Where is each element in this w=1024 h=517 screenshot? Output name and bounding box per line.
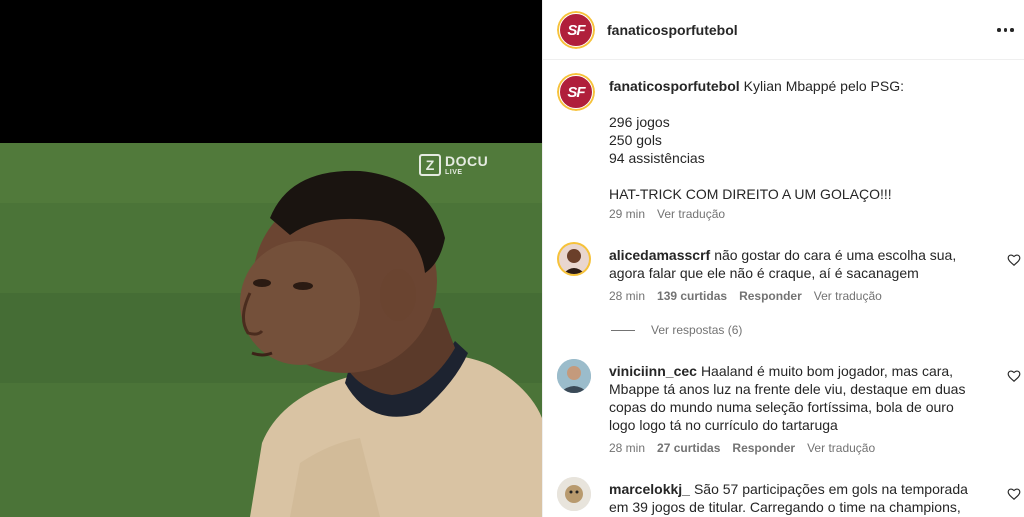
caption-meta: 29 min Ver tradução	[609, 207, 725, 221]
comment-body: marcelokkj_ São 57 participações em gols …	[609, 480, 979, 517]
avatar-photo	[557, 477, 591, 511]
comment-reply-button[interactable]: Responder	[732, 441, 795, 455]
letterbox-area	[0, 0, 542, 143]
caption-line-5: HAT-TRICK COM DIREITO A UM GOLAÇO!!!	[609, 186, 892, 202]
comment-meta: 28 min 27 curtidas Responder Ver traduçã…	[609, 441, 875, 455]
comment-translate-link[interactable]: Ver tradução	[814, 289, 882, 303]
watermark-logo-icon: Z	[419, 154, 441, 176]
comment-meta: 28 min 139 curtidas Responder Ver traduç…	[609, 289, 882, 303]
watermark-title: DOCU	[445, 153, 489, 169]
comment-username[interactable]: viniciinn_cec	[609, 363, 697, 379]
comment-timestamp[interactable]: 28 min	[609, 441, 645, 455]
post-caption: fanaticosporfutebol Kylian Mbappé pelo PS…	[609, 77, 989, 203]
post-media[interactable]: Z DOCU LIVE	[0, 0, 542, 517]
comment-likes[interactable]: 139 curtidas	[657, 289, 727, 303]
comment-translate-link[interactable]: Ver tradução	[807, 441, 875, 455]
replies-divider	[611, 329, 635, 331]
caption-timestamp[interactable]: 29 min	[609, 207, 645, 221]
comment-username[interactable]: marcelokkj_	[609, 481, 690, 497]
more-options-icon[interactable]	[997, 22, 1019, 38]
caption-line-3: 250 gols	[609, 132, 662, 148]
caption-avatar[interactable]: SF	[557, 73, 595, 111]
post-header: SF fanaticosporfutebol	[543, 0, 1024, 60]
author-username[interactable]: fanaticosporfutebol	[607, 22, 738, 38]
comment-reply-button[interactable]: Responder	[739, 289, 802, 303]
view-replies-label: Ver respostas (6)	[651, 323, 743, 337]
comment-timestamp[interactable]: 28 min	[609, 289, 645, 303]
comment-body: viniciinn_cec Haaland é muito bom jogador…	[609, 362, 979, 434]
watermark-subtitle: LIVE	[445, 169, 463, 176]
comment-avatar[interactable]	[557, 477, 591, 511]
docu-live-watermark: Z DOCU LIVE	[419, 154, 488, 176]
caption-translate-link[interactable]: Ver tradução	[657, 207, 725, 221]
avatar-photo	[557, 359, 591, 393]
comment-avatar[interactable]	[557, 242, 591, 276]
caption-username[interactable]: fanaticosporfutebol	[609, 78, 740, 94]
comment-likes[interactable]: 27 curtidas	[657, 441, 720, 455]
caption-line-1: Kylian Mbappé pelo PSG:	[743, 78, 904, 94]
author-avatar[interactable]: SF	[557, 11, 595, 49]
comment-username[interactable]: alicedamasscrf	[609, 247, 710, 263]
player-image	[0, 143, 542, 517]
post-side-panel: SF fanaticosporfutebol SF fanaticosporfu…	[542, 0, 1024, 517]
avatar-photo	[559, 244, 589, 274]
comment-avatar[interactable]	[557, 359, 591, 393]
caption-line-2: 296 jogos	[609, 114, 670, 130]
heart-icon[interactable]	[1007, 369, 1021, 383]
video-frame	[0, 143, 542, 517]
heart-icon[interactable]	[1007, 487, 1021, 501]
comment-body: alicedamasscrf não gostar do cara é uma e…	[609, 246, 979, 282]
view-replies-button[interactable]: Ver respostas (6)	[611, 323, 742, 337]
heart-icon[interactable]	[1007, 253, 1021, 267]
caption-line-4: 94 assistências	[609, 150, 705, 166]
